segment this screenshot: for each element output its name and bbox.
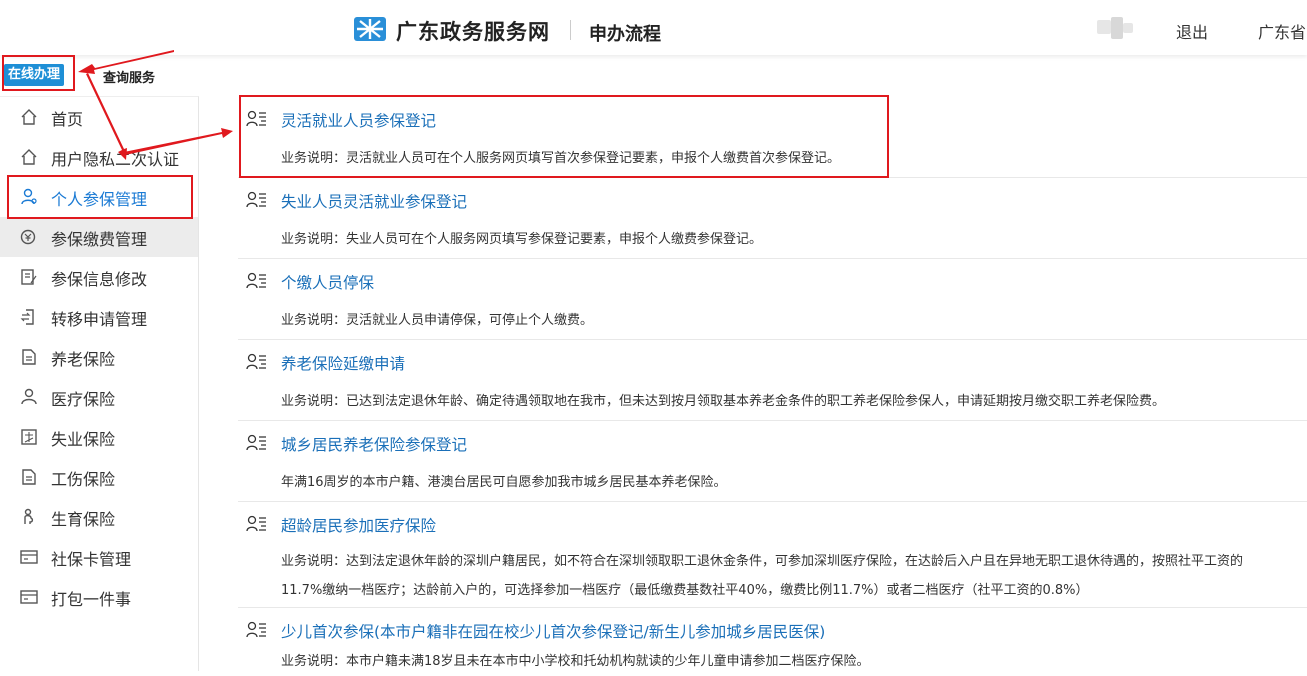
service-title-link[interactable]: 个缴人员停保 xyxy=(281,271,374,293)
sidebar-item-unemployment[interactable]: 失业保险 xyxy=(0,417,198,457)
sidebar-item-transfer[interactable]: 转移申请管理 xyxy=(0,297,198,337)
list-item: 超龄居民参加医疗保险 业务说明：达到法定退休年龄的深圳户籍居民，如不符合在深圳领… xyxy=(238,501,1307,608)
sidebar-item-privacy-auth[interactable]: 用户隐私二次认证 xyxy=(0,137,198,177)
tab-online-service[interactable]: 在线办理 xyxy=(4,64,65,86)
sidebar-item-payment[interactable]: 参保缴费管理 xyxy=(0,217,198,257)
service-description: 业务说明：达到法定退休年龄的深圳户籍居民，如不符合在深圳领取职工退休金条件，可参… xyxy=(281,554,1244,598)
list-item: 养老保险延缴申请 业务说明：已达到法定退休年龄、确定待遇领取地在我市，但未达到按… xyxy=(238,339,1307,421)
sidebar-item-pension[interactable]: 养老保险 xyxy=(0,337,198,377)
sidebar-item-label: 工伤保险 xyxy=(51,470,116,489)
service-description: 业务说明：失业人员可在个人服务网页填写参保登记要素，申报个人缴费参保登记。 xyxy=(281,232,763,247)
user-list-icon xyxy=(246,191,266,208)
user-list-icon xyxy=(246,110,266,127)
payment-icon xyxy=(20,229,36,245)
sidebar-item-label: 参保缴费管理 xyxy=(51,230,148,249)
sidebar-item-medical[interactable]: 医疗保险 xyxy=(0,377,198,417)
service-title-link[interactable]: 城乡居民养老保险参保登记 xyxy=(281,433,467,455)
home-icon xyxy=(21,109,37,125)
list-item: 灵活就业人员参保登记 业务说明：灵活就业人员可在个人服务网页填写首次参保登记要素… xyxy=(238,96,1307,178)
user-list-icon xyxy=(246,434,266,451)
page-title: 申办流程 xyxy=(589,24,661,45)
sidebar-item-label: 转移申请管理 xyxy=(51,310,148,329)
edit-doc-icon xyxy=(21,269,37,285)
service-description: 业务说明：灵活就业人员可在个人服务网页填写首次参保登记要素，申报个人缴费首次参保… xyxy=(281,151,841,166)
service-title-link[interactable]: 灵活就业人员参保登记 xyxy=(281,109,436,131)
user-list-icon xyxy=(246,621,266,638)
sidebar-item-info-edit[interactable]: 参保信息修改 xyxy=(0,257,198,297)
sidebar-item-label: 首页 xyxy=(51,110,84,129)
service-title-link[interactable]: 超龄居民参加医疗保险 xyxy=(281,514,436,536)
transfer-icon xyxy=(20,309,34,325)
site-brand: 广东政务服务网 xyxy=(396,20,550,44)
sidebar-item-label: 用户隐私二次认证 xyxy=(51,150,180,169)
service-title-link[interactable]: 失业人员灵活就业参保登记 xyxy=(281,190,467,212)
top-header: 广东政务服务网 申办流程 退出 广东省 xyxy=(0,0,1307,55)
maternity-icon xyxy=(24,508,34,524)
service-title-link[interactable]: 少儿首次参保(本市户籍非在园在校少儿首次参保登记/新生儿参加城乡居民医保) xyxy=(281,620,825,642)
user-list-icon xyxy=(246,515,266,532)
card-icon xyxy=(20,550,38,564)
sidebar-item-label: 养老保险 xyxy=(51,350,116,369)
service-description: 业务说明：灵活就业人员申请停保，可停止个人缴费。 xyxy=(281,313,594,328)
sidebar-item-label: 参保信息修改 xyxy=(51,270,148,289)
sidebar-item-maternity[interactable]: 生育保险 xyxy=(0,497,198,537)
sidebar-item-label: 打包一件事 xyxy=(51,590,132,609)
sidebar: 首页 用户隐私二次认证 个人参保管理 参保缴费管理 参保信息修改 转移申请管理 … xyxy=(0,96,199,671)
avatar[interactable] xyxy=(1097,17,1133,39)
list-item: 个缴人员停保 业务说明：灵活就业人员申请停保，可停止个人缴费。 xyxy=(238,258,1307,340)
service-description: 业务说明：本市户籍未满18岁且未在本市中小学校和托幼机构就读的少年儿童申请参加二… xyxy=(281,654,870,669)
user-list-icon xyxy=(246,353,266,370)
user-shield-icon xyxy=(21,149,37,165)
service-description: 业务说明：已达到法定退休年龄、确定待遇领取地在我市，但未达到按月领取基本养老金条… xyxy=(281,394,1166,409)
user-list-icon xyxy=(246,272,266,289)
sidebar-item-home[interactable]: 首页 xyxy=(0,97,198,137)
list-item: 城乡居民养老保险参保登记 年满16周岁的本市户籍、港澳台居民可自愿参加我市城乡居… xyxy=(238,420,1307,502)
sidebar-item-label: 生育保险 xyxy=(51,510,116,529)
sidebar-item-package[interactable]: 打包一件事 xyxy=(0,577,198,617)
person-settings-icon xyxy=(21,188,37,205)
document-icon xyxy=(22,469,36,485)
list-item: 少儿首次参保(本市户籍非在园在校少儿首次参保登记/新生儿参加城乡居民医保) 业务… xyxy=(238,607,1307,671)
logout-link[interactable]: 退出 xyxy=(1176,19,1208,43)
sidebar-item-card[interactable]: 社保卡管理 xyxy=(0,537,198,577)
sidebar-item-personal-insurance[interactable]: 个人参保管理 xyxy=(0,177,198,217)
sidebar-item-label: 社保卡管理 xyxy=(51,550,132,569)
service-title-link[interactable]: 养老保险延缴申请 xyxy=(281,352,405,374)
unemployment-icon xyxy=(21,429,37,445)
document-icon xyxy=(22,349,36,365)
person-icon xyxy=(21,388,37,405)
header-divider xyxy=(570,20,571,40)
logo-icon xyxy=(354,17,386,41)
tab-query-service[interactable]: 查询服务 xyxy=(103,67,155,86)
sidebar-item-label: 医疗保险 xyxy=(51,390,116,409)
package-icon xyxy=(20,590,38,604)
list-item: 失业人员灵活就业参保登记 业务说明：失业人员可在个人服务网页填写参保登记要素，申… xyxy=(238,177,1307,259)
region-selector[interactable]: 广东省 xyxy=(1258,19,1306,43)
sidebar-item-label: 失业保险 xyxy=(51,430,116,449)
sidebar-item-injury[interactable]: 工伤保险 xyxy=(0,457,198,497)
service-description: 年满16周岁的本市户籍、港澳台居民可自愿参加我市城乡居民基本养老保险。 xyxy=(281,475,727,490)
sidebar-item-label: 个人参保管理 xyxy=(51,190,148,209)
